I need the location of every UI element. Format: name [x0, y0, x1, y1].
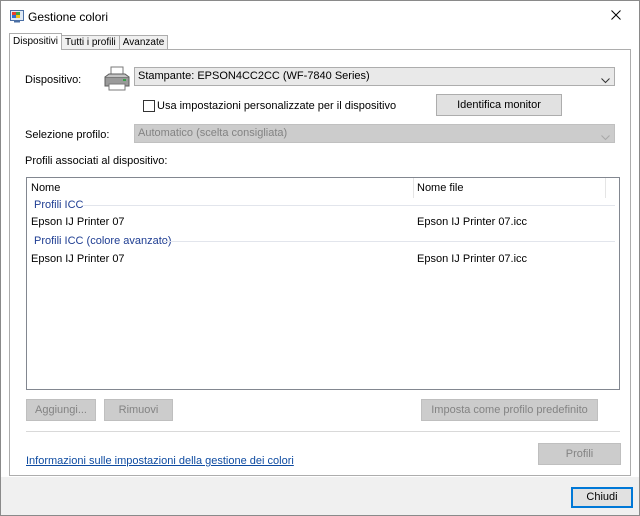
column-separator[interactable] [605, 178, 606, 198]
custom-settings-label: Usa impostazioni personalizzate per il d… [157, 100, 397, 112]
devices-tab-panel: Dispositivo: Stampante: EPSON4CC2CC (WF-… [9, 49, 631, 476]
window-close-button[interactable] [593, 1, 639, 31]
profile-file-cell: Epson IJ Printer 07.icc [417, 253, 528, 265]
color-management-info-link[interactable]: Informazioni sulle impostazioni della ge… [26, 455, 294, 467]
group-header-icc[interactable]: Profili ICC [34, 199, 84, 211]
section-divider [26, 431, 620, 432]
profile-selection-dropdown[interactable]: Automatico (scelta consigliata) [134, 124, 615, 143]
profile-file-cell: Epson IJ Printer 07.icc [417, 216, 528, 228]
device-label: Dispositivo: [25, 74, 82, 86]
profile-name-cell: Epson IJ Printer 07 [31, 253, 125, 265]
profiles-button[interactable]: Profili [538, 443, 621, 465]
associated-profiles-label: Profili associati al dispositivo: [25, 155, 168, 167]
identify-monitor-button[interactable]: Identifica monitor [436, 94, 562, 116]
group-divider [83, 205, 615, 206]
window-title: Gestione colori [28, 10, 109, 24]
column-header-name[interactable]: Nome [27, 178, 413, 198]
profile-name-cell: Epson IJ Printer 07 [31, 216, 125, 228]
printer-icon [103, 66, 131, 92]
dialog-footer: Chiudi [1, 477, 639, 515]
custom-settings-checkbox[interactable] [143, 100, 155, 112]
associated-profiles-list[interactable]: Nome Nome file Profili ICC Epson IJ Prin… [26, 177, 620, 390]
title-bar[interactable]: Gestione colori [1, 1, 639, 31]
chevron-down-icon [601, 73, 610, 84]
tab-dispositivi[interactable]: Dispositivi [9, 33, 63, 50]
remove-profile-button[interactable]: Rimuovi [104, 399, 173, 421]
list-header: Nome Nome file [27, 178, 619, 198]
device-dropdown-value: Stampante: EPSON4CC2CC (WF-7840 Series) [138, 70, 370, 82]
tab-strip: Dispositivi Tutti i profili Avanzate [9, 33, 169, 50]
group-header-icc-advanced[interactable]: Profili ICC (colore avanzato) [34, 235, 172, 247]
color-management-app-icon [10, 9, 24, 23]
column-header-file[interactable]: Nome file [413, 178, 605, 198]
color-management-window: Gestione colori Dispositivi Tutti i prof… [0, 0, 640, 516]
device-dropdown[interactable]: Stampante: EPSON4CC2CC (WF-7840 Series) [134, 67, 615, 86]
add-profile-button[interactable]: Aggiungi... [26, 399, 96, 421]
profile-selection-label: Selezione profilo: [25, 129, 110, 141]
tab-tutti-i-profili[interactable]: Tutti i profili [61, 35, 120, 50]
group-divider [163, 241, 615, 242]
close-icon [611, 9, 621, 23]
profile-selection-value: Automatico (scelta consigliata) [138, 127, 288, 139]
set-default-profile-button[interactable]: Imposta come profilo predefinito [421, 399, 598, 421]
tab-avanzate[interactable]: Avanzate [118, 35, 169, 50]
close-dialog-button[interactable]: Chiudi [571, 487, 633, 508]
chevron-down-icon [601, 130, 610, 141]
